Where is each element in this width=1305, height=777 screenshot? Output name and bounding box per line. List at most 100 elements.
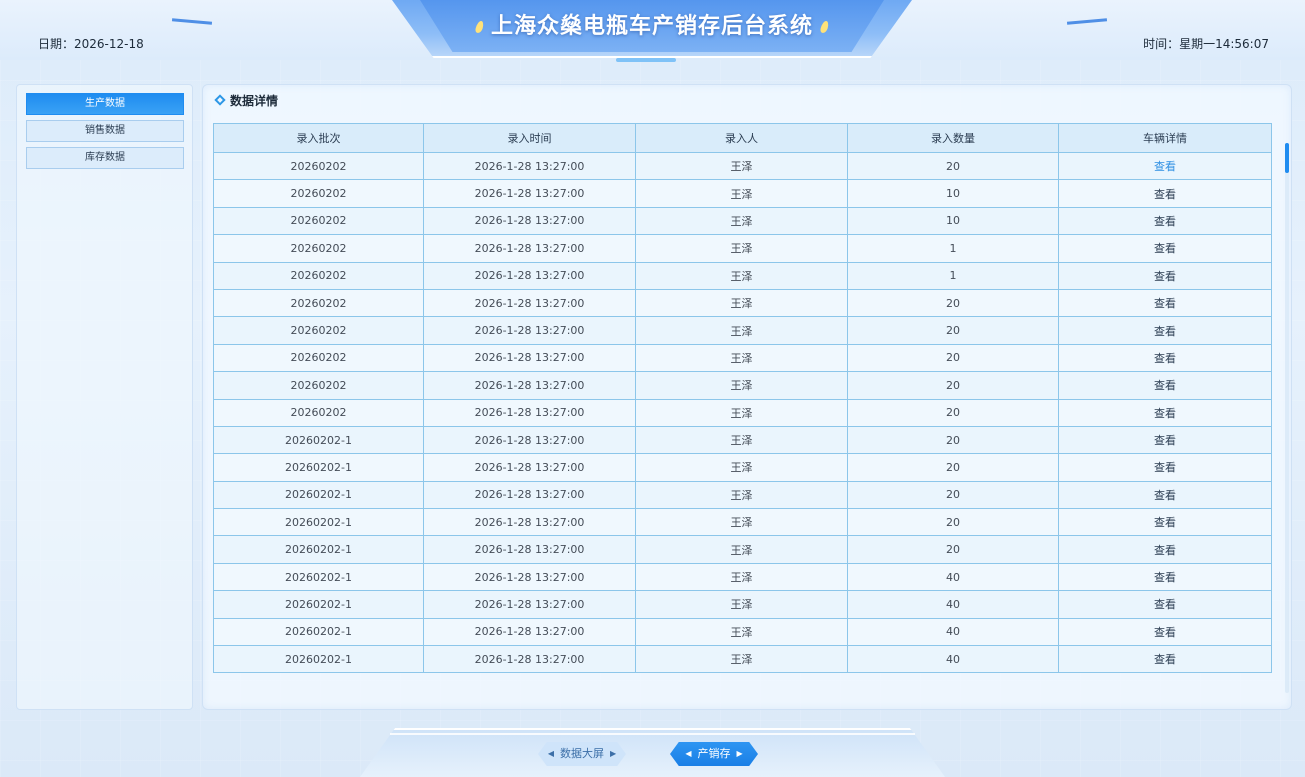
cell-view-link[interactable]: 查看 bbox=[1058, 371, 1272, 400]
cell-quantity: 20 bbox=[847, 453, 1059, 482]
cell-time: 2026-1-28 13:27:00 bbox=[423, 343, 636, 373]
cell-operator: 王泽 bbox=[635, 508, 848, 537]
nav-button-dashboard[interactable]: ◀ 数据大屏 ▶ bbox=[538, 742, 626, 766]
cell-batch: 20260202 bbox=[213, 234, 424, 263]
cell-view-link[interactable]: 查看 bbox=[1058, 288, 1272, 318]
cell-operator: 王泽 bbox=[635, 316, 848, 345]
cell-batch: 20260202 bbox=[213, 151, 424, 181]
table-header-row: 录入批次 录入时间 录入人 录入数量 车辆详情 bbox=[213, 123, 1272, 153]
cell-quantity: 40 bbox=[847, 617, 1059, 647]
chevron-right-icon: ▶ bbox=[736, 749, 743, 758]
cell-batch: 20260202 bbox=[213, 371, 424, 400]
cell-quantity: 20 bbox=[847, 508, 1059, 537]
table-row: 20260202-1 2026-1-28 13:27:00 王泽 20 查看 bbox=[213, 535, 1272, 564]
sidebar-item-production[interactable]: 生产数据 bbox=[26, 93, 184, 115]
nav-button-dashboard-label: 数据大屏 bbox=[560, 747, 604, 760]
cell-view-link[interactable]: 查看 bbox=[1058, 179, 1272, 208]
table-scrollbar[interactable] bbox=[1285, 143, 1289, 693]
cell-quantity: 20 bbox=[847, 371, 1059, 400]
cell-view-link[interactable]: 查看 bbox=[1058, 316, 1272, 345]
column-header-operator: 录入人 bbox=[635, 123, 848, 153]
cell-time: 2026-1-28 13:27:00 bbox=[423, 617, 636, 647]
cell-time: 2026-1-28 13:27:00 bbox=[423, 179, 636, 208]
cell-batch: 20260202 bbox=[213, 343, 424, 373]
sidebar-item-inventory[interactable]: 库存数据 bbox=[26, 147, 184, 169]
cell-batch: 20260202-1 bbox=[213, 617, 424, 647]
panel-title-text: 数据详情 bbox=[230, 94, 279, 108]
cell-batch: 20260202-1 bbox=[213, 453, 424, 482]
data-table: 录入批次 录入时间 录入人 录入数量 车辆详情 20260202 2026-1-2… bbox=[213, 123, 1272, 674]
cell-batch: 20260202 bbox=[213, 179, 424, 208]
table-row: 20260202 2026-1-28 13:27:00 王泽 20 查看 bbox=[213, 371, 1272, 400]
header: 上海众燊电瓶车产销存后台系统 日期：2026-12-18 时间：星期一14:56… bbox=[0, 0, 1305, 70]
cell-view-link[interactable]: 查看 bbox=[1058, 645, 1272, 674]
cell-time: 2026-1-28 13:27:00 bbox=[423, 398, 636, 427]
cell-batch: 20260202-1 bbox=[213, 562, 424, 592]
cell-time: 2026-1-28 13:27:00 bbox=[423, 562, 636, 592]
cell-time: 2026-1-28 13:27:00 bbox=[423, 425, 636, 455]
cell-quantity: 20 bbox=[847, 535, 1059, 564]
cell-view-link[interactable]: 查看 bbox=[1058, 590, 1272, 619]
cell-view-link[interactable]: 查看 bbox=[1058, 261, 1272, 290]
page-title: 上海众燊电瓶车产销存后台系统 bbox=[392, 8, 912, 40]
cell-quantity: 40 bbox=[847, 562, 1059, 592]
table-row: 20260202-1 2026-1-28 13:27:00 王泽 40 查看 bbox=[213, 645, 1272, 674]
cell-quantity: 20 bbox=[847, 425, 1059, 455]
cell-time: 2026-1-28 13:27:00 bbox=[423, 316, 636, 345]
cell-view-link[interactable]: 查看 bbox=[1058, 151, 1272, 181]
cell-view-link[interactable]: 查看 bbox=[1058, 535, 1272, 564]
chevron-left-icon: ◀ bbox=[685, 749, 692, 758]
table-row: 20260202 2026-1-28 13:27:00 王泽 1 查看 bbox=[213, 234, 1272, 263]
cell-operator: 王泽 bbox=[635, 288, 848, 318]
cell-operator: 王泽 bbox=[635, 343, 848, 373]
cell-quantity: 20 bbox=[847, 480, 1059, 510]
cell-view-link[interactable]: 查看 bbox=[1058, 453, 1272, 482]
cell-time: 2026-1-28 13:27:00 bbox=[423, 206, 636, 236]
cell-view-link[interactable]: 查看 bbox=[1058, 480, 1272, 510]
cell-operator: 王泽 bbox=[635, 590, 848, 619]
table-row: 20260202 2026-1-28 13:27:00 王泽 1 查看 bbox=[213, 261, 1272, 290]
table-row: 20260202-1 2026-1-28 13:27:00 王泽 20 查看 bbox=[213, 508, 1272, 537]
cell-time: 2026-1-28 13:27:00 bbox=[423, 508, 636, 537]
table-row: 20260202 2026-1-28 13:27:00 王泽 20 查看 bbox=[213, 151, 1272, 181]
cell-view-link[interactable]: 查看 bbox=[1058, 343, 1272, 373]
cell-quantity: 10 bbox=[847, 179, 1059, 208]
table-row: 20260202 2026-1-28 13:27:00 王泽 20 查看 bbox=[213, 398, 1272, 427]
cell-batch: 20260202-1 bbox=[213, 535, 424, 564]
cell-time: 2026-1-28 13:27:00 bbox=[423, 234, 636, 263]
cell-time: 2026-1-28 13:27:00 bbox=[423, 645, 636, 674]
cell-batch: 20260202 bbox=[213, 288, 424, 318]
cell-view-link[interactable]: 查看 bbox=[1058, 398, 1272, 427]
chevron-left-icon: ◀ bbox=[547, 749, 554, 758]
cell-batch: 20260202 bbox=[213, 261, 424, 290]
scrollbar-thumb[interactable] bbox=[1285, 143, 1289, 173]
cell-operator: 王泽 bbox=[635, 206, 848, 236]
page-title-text: 上海众燊电瓶车产销存后台系统 bbox=[490, 14, 813, 39]
cell-quantity: 1 bbox=[847, 261, 1059, 290]
cell-quantity: 20 bbox=[847, 151, 1059, 181]
cell-view-link[interactable]: 查看 bbox=[1058, 206, 1272, 236]
cell-operator: 王泽 bbox=[635, 645, 848, 674]
cell-view-link[interactable]: 查看 bbox=[1058, 234, 1272, 263]
cell-operator: 王泽 bbox=[635, 261, 848, 290]
table-body: 20260202 2026-1-28 13:27:00 王泽 20 查看 20260202… bbox=[213, 151, 1272, 674]
cell-view-link[interactable]: 查看 bbox=[1058, 617, 1272, 647]
sidebar-item-sales[interactable]: 销售数据 bbox=[26, 120, 184, 142]
cell-view-link[interactable]: 查看 bbox=[1058, 508, 1272, 537]
cell-batch: 20260202-1 bbox=[213, 590, 424, 619]
cell-operator: 王泽 bbox=[635, 151, 848, 181]
cell-operator: 王泽 bbox=[635, 453, 848, 482]
cell-view-link[interactable]: 查看 bbox=[1058, 562, 1272, 592]
cell-operator: 王泽 bbox=[635, 535, 848, 564]
cell-batch: 20260202 bbox=[213, 316, 424, 345]
cell-view-link[interactable]: 查看 bbox=[1058, 425, 1272, 455]
table-row: 20260202-1 2026-1-28 13:27:00 王泽 20 查看 bbox=[213, 480, 1272, 510]
table-row: 20260202-1 2026-1-28 13:27:00 王泽 20 查看 bbox=[213, 425, 1272, 455]
nav-button-production-sales-inventory[interactable]: ◀ 产销存 ▶ bbox=[670, 742, 758, 766]
table-row: 20260202-1 2026-1-28 13:27:00 王泽 40 查看 bbox=[213, 617, 1272, 647]
data-table-wrap: 录入批次 录入时间 录入人 录入数量 车辆详情 20260202 2026-1-2… bbox=[213, 123, 1272, 674]
title-underline bbox=[616, 58, 676, 62]
sidebar: 生产数据 销售数据 库存数据 bbox=[16, 84, 193, 710]
table-row: 20260202 2026-1-28 13:27:00 王泽 20 查看 bbox=[213, 343, 1272, 373]
time-display: 时间：星期一14:56:07 bbox=[1143, 37, 1269, 51]
